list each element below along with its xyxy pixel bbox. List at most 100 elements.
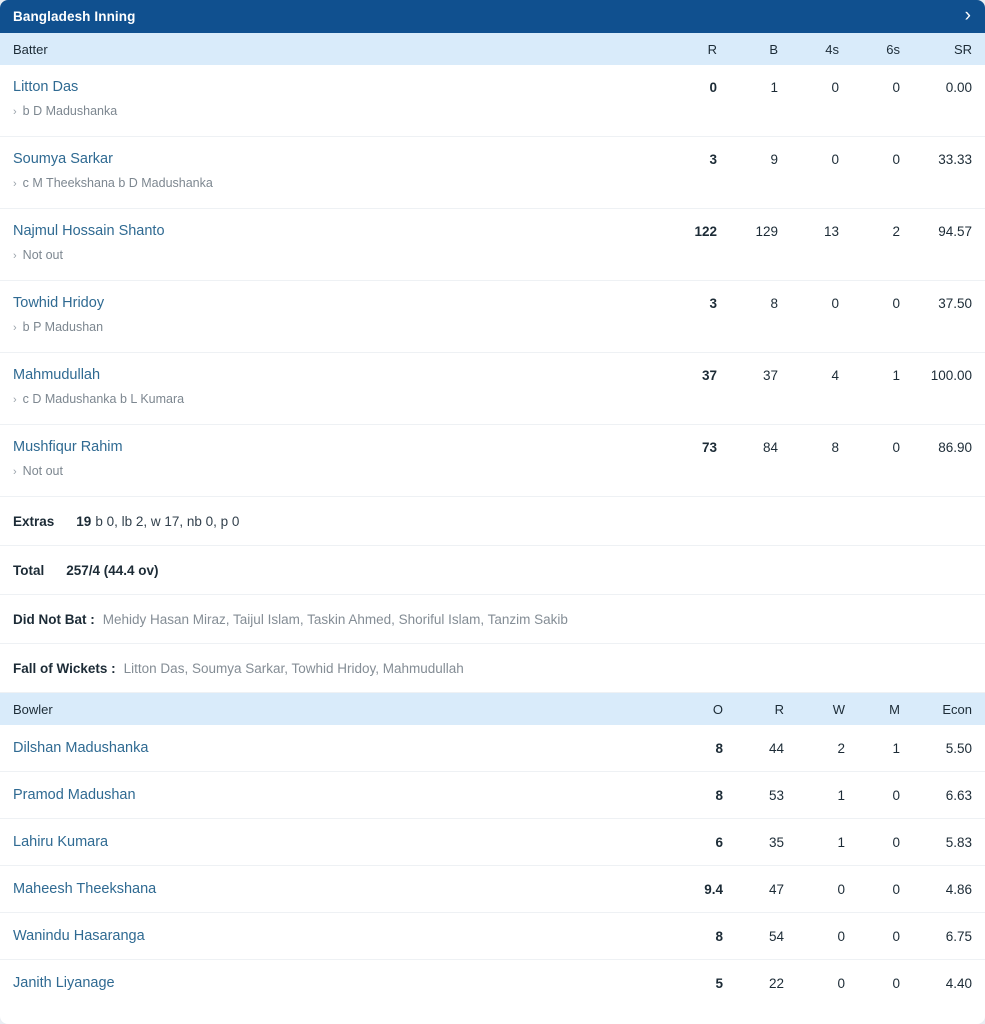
chevron-right-icon[interactable]: › bbox=[965, 6, 971, 28]
bowler-overs: 8 bbox=[715, 928, 723, 944]
dismissal-text: b P Madushan bbox=[22, 320, 104, 335]
bowler-name-link[interactable]: Janith Liyanage bbox=[13, 975, 115, 991]
table-row: Wanindu Hasaranga 8 54 0 0 6.75 bbox=[0, 913, 985, 960]
bowler-name-link[interactable]: Maheesh Theekshana bbox=[13, 881, 156, 897]
table-row: Pramod Madushan 8 53 1 0 6.63 bbox=[0, 772, 985, 819]
bowler-economy: 6.75 bbox=[945, 928, 972, 944]
batter-cell: Mahmudullah › c D Madushanka b L Kumara bbox=[13, 366, 649, 406]
table-row: Mushfiqur Rahim › Not out 73 84 8 0 86.9… bbox=[0, 425, 985, 497]
extras-total: 19 bbox=[76, 513, 92, 529]
chevron-right-small-icon: › bbox=[13, 178, 17, 191]
bowler-overs: 9.4 bbox=[704, 881, 723, 897]
batter-strike-rate: 100.00 bbox=[930, 368, 972, 383]
bowler-economy: 6.63 bbox=[945, 787, 972, 803]
dismissal-info: › Not out bbox=[13, 464, 649, 478]
dismissal-text: c D Madushanka b L Kumara bbox=[22, 392, 185, 407]
bowler-maidens: 0 bbox=[892, 834, 900, 850]
bowler-wickets: 0 bbox=[837, 881, 845, 897]
bowler-name-link[interactable]: Wanindu Hasaranga bbox=[13, 928, 145, 944]
bowler-wickets: 2 bbox=[837, 740, 845, 756]
bowler-wickets: 1 bbox=[837, 787, 845, 803]
table-row: Mahmudullah › c D Madushanka b L Kumara … bbox=[0, 353, 985, 425]
bowler-maidens: 0 bbox=[892, 787, 900, 803]
fall-of-wickets-label: Fall of Wickets : bbox=[13, 660, 116, 676]
batting-header-sixes: 6s bbox=[886, 41, 900, 57]
bowler-name-link[interactable]: Dilshan Madushanka bbox=[13, 740, 148, 756]
total-value: 257/4 (44.4 ov) bbox=[66, 562, 159, 578]
table-row: Lahiru Kumara 6 35 1 0 5.83 bbox=[0, 819, 985, 866]
batter-sixes: 0 bbox=[892, 296, 900, 311]
scorecard-card: Bangladesh Inning › Batter R B 4s 6s SR … bbox=[0, 0, 985, 1024]
table-row: Najmul Hossain Shanto › Not out 122 129 … bbox=[0, 209, 985, 281]
batting-column-header: Batter R B 4s 6s SR bbox=[0, 33, 985, 65]
batter-strike-rate: 33.33 bbox=[938, 152, 972, 167]
table-row: Towhid Hridoy › b P Madushan 3 8 0 0 37.… bbox=[0, 281, 985, 353]
batter-balls: 9 bbox=[770, 152, 778, 167]
bowler-cell: Wanindu Hasaranga bbox=[13, 927, 650, 945]
did-not-bat-label: Did Not Bat : bbox=[13, 611, 95, 627]
bowler-wickets: 0 bbox=[837, 976, 845, 991]
total-row: Total 257/4 (44.4 ov) bbox=[0, 546, 985, 595]
chevron-right-small-icon: › bbox=[13, 466, 17, 479]
batter-strike-rate: 94.57 bbox=[938, 224, 972, 239]
batting-header-name: Batter bbox=[13, 41, 48, 57]
batter-name-link[interactable]: Mahmudullah bbox=[13, 366, 649, 384]
bowler-cell: Janith Liyanage bbox=[13, 974, 650, 992]
dismissal-info: › b P Madushan bbox=[13, 320, 649, 334]
dismissal-text: b D Madushanka bbox=[22, 104, 118, 119]
batter-cell: Mushfiqur Rahim › Not out bbox=[13, 438, 649, 478]
table-row: Litton Das › b D Madushanka 0 1 0 0 0.00 bbox=[0, 65, 985, 137]
batter-cell: Soumya Sarkar › c M Theekshana b D Madus… bbox=[13, 150, 649, 190]
batter-name-link[interactable]: Litton Das bbox=[13, 78, 649, 96]
batter-runs: 37 bbox=[701, 368, 717, 383]
bowler-runs: 22 bbox=[768, 976, 784, 991]
batter-runs: 0 bbox=[709, 80, 717, 95]
batter-name-link[interactable]: Soumya Sarkar bbox=[13, 150, 649, 168]
chevron-right-small-icon: › bbox=[13, 394, 17, 407]
batter-fours: 13 bbox=[823, 224, 839, 239]
dismissal-text: Not out bbox=[22, 248, 63, 263]
bowler-economy: 5.83 bbox=[945, 834, 972, 850]
batter-name-link[interactable]: Towhid Hridoy bbox=[13, 294, 649, 312]
bowler-runs: 54 bbox=[768, 928, 784, 944]
bowling-header-runs: R bbox=[774, 701, 784, 717]
bowler-overs: 8 bbox=[715, 740, 723, 756]
dismissal-text: Not out bbox=[22, 464, 63, 479]
bowling-header-overs: O bbox=[712, 701, 723, 717]
batter-fours: 4 bbox=[831, 368, 839, 383]
batter-sixes: 2 bbox=[892, 224, 900, 239]
fall-of-wickets-value: Litton Das, Soumya Sarkar, Towhid Hridoy… bbox=[123, 660, 464, 676]
dismissal-info: › c M Theekshana b D Madushanka bbox=[13, 176, 649, 190]
extras-label: Extras bbox=[13, 513, 55, 529]
chevron-right-small-icon: › bbox=[13, 106, 17, 119]
batter-name-link[interactable]: Mushfiqur Rahim bbox=[13, 438, 649, 456]
bowler-runs: 44 bbox=[768, 740, 784, 756]
dismissal-info: › c D Madushanka b L Kumara bbox=[13, 392, 649, 406]
batter-runs: 122 bbox=[694, 224, 717, 239]
batter-cell: Litton Das › b D Madushanka bbox=[13, 78, 649, 118]
batter-runs: 73 bbox=[701, 440, 717, 455]
bowler-cell: Dilshan Madushanka bbox=[13, 739, 650, 757]
bowling-header-maidens: M bbox=[889, 701, 900, 717]
innings-header[interactable]: Bangladesh Inning › bbox=[0, 0, 985, 33]
batter-cell: Najmul Hossain Shanto › Not out bbox=[13, 222, 649, 262]
batter-fours: 0 bbox=[831, 152, 839, 167]
bowler-maidens: 0 bbox=[892, 928, 900, 944]
bowler-name-link[interactable]: Pramod Madushan bbox=[13, 787, 136, 803]
batter-fours: 0 bbox=[831, 296, 839, 311]
batter-sixes: 0 bbox=[892, 440, 900, 455]
innings-title: Bangladesh Inning bbox=[13, 8, 136, 24]
total-label: Total bbox=[13, 562, 45, 578]
bowler-runs: 53 bbox=[768, 787, 784, 803]
batter-sixes: 0 bbox=[892, 80, 900, 95]
batting-header-fours: 4s bbox=[825, 41, 839, 57]
bowler-wickets: 1 bbox=[837, 834, 845, 850]
bowler-runs: 35 bbox=[768, 834, 784, 850]
bowler-name-link[interactable]: Lahiru Kumara bbox=[13, 834, 108, 850]
batter-balls: 84 bbox=[762, 440, 778, 455]
bowler-cell: Maheesh Theekshana bbox=[13, 880, 650, 898]
bowler-economy: 4.40 bbox=[945, 976, 972, 991]
bowling-header-name: Bowler bbox=[13, 701, 53, 717]
batter-name-link[interactable]: Najmul Hossain Shanto bbox=[13, 222, 649, 240]
batter-sixes: 1 bbox=[892, 368, 900, 383]
